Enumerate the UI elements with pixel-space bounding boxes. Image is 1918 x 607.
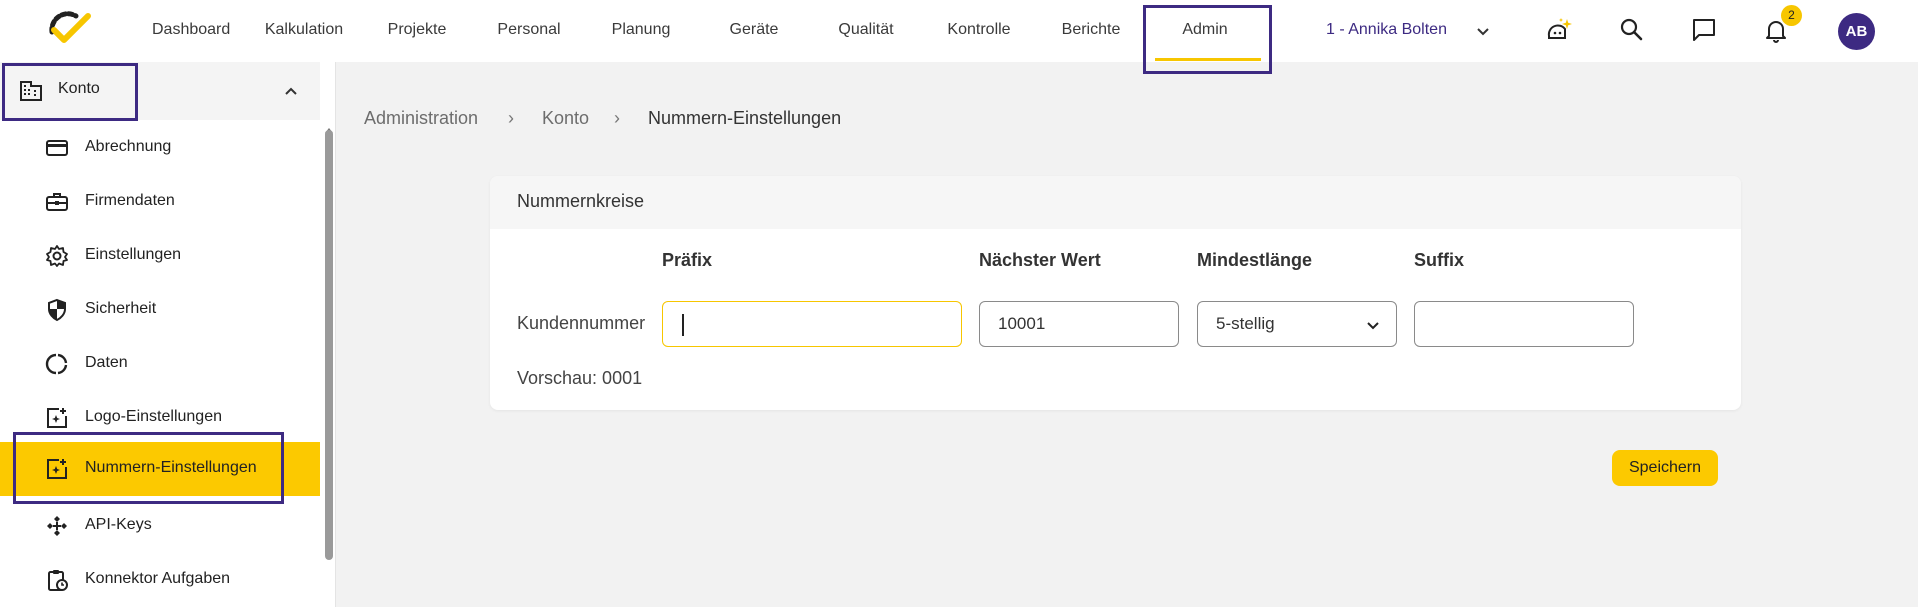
ai-assistant-icon[interactable] bbox=[1545, 16, 1573, 44]
sidebar-item-konnektor-aufgaben[interactable]: Konnektor Aufgaben bbox=[0, 553, 320, 607]
nav-personal[interactable]: Personal bbox=[494, 0, 564, 62]
chevron-down-icon bbox=[1367, 322, 1379, 330]
api-icon bbox=[47, 516, 67, 536]
top-navigation-bar: Dashboard Kalkulation Projekte Personal … bbox=[0, 0, 1918, 74]
save-button[interactable]: Speichern bbox=[1612, 450, 1718, 486]
sidebar-item-abrechnung[interactable]: Abrechnung bbox=[0, 121, 320, 175]
notification-badge: 2 bbox=[1781, 5, 1802, 26]
search-icon[interactable] bbox=[1618, 16, 1646, 44]
chat-icon[interactable] bbox=[1690, 16, 1718, 44]
sidebar-item-daten[interactable]: Daten bbox=[0, 337, 320, 391]
highlight-box-konto bbox=[2, 63, 138, 121]
min-length-select[interactable]: 5-stellig bbox=[1197, 301, 1397, 347]
chevron-down-icon[interactable] bbox=[1474, 22, 1492, 40]
min-length-value: 5-stellig bbox=[1216, 314, 1275, 333]
nav-kalkulation[interactable]: Kalkulation bbox=[262, 0, 346, 62]
sidebar-item-label: Einstellungen bbox=[85, 246, 182, 263]
nav-qualitaet[interactable]: Qualität bbox=[836, 0, 896, 62]
highlight-box-nummern bbox=[13, 432, 284, 504]
image-add-icon bbox=[47, 408, 67, 428]
nav-geraete[interactable]: Geräte bbox=[728, 0, 780, 62]
highlight-box-admin bbox=[1143, 5, 1272, 74]
sidebar: Konto Abrechnung Firmendaten Einstellung… bbox=[0, 62, 336, 607]
next-value-input[interactable]: 10001 bbox=[979, 301, 1179, 347]
sidebar-item-sicherheit[interactable]: Sicherheit bbox=[0, 283, 320, 337]
column-header-suffix: Suffix bbox=[1414, 250, 1465, 270]
app-logo[interactable] bbox=[42, 6, 94, 50]
breadcrumb-current: Nummern-Einstellungen bbox=[648, 108, 842, 128]
sidebar-item-api-keys[interactable]: API-Keys bbox=[0, 499, 320, 553]
nav-projekte[interactable]: Projekte bbox=[384, 0, 450, 62]
current-user-name[interactable]: 1 - Annika Bolten bbox=[1326, 0, 1447, 62]
prefix-input[interactable] bbox=[662, 301, 962, 347]
breadcrumb-separator: › bbox=[614, 108, 620, 128]
card-header: Nummernkreise bbox=[490, 176, 1741, 229]
number-ranges-card: Nummernkreise Präfix Nächster Wert Minde… bbox=[490, 176, 1741, 410]
sidebar-item-label: Logo-Einstellungen bbox=[85, 408, 222, 425]
next-value-text: 10001 bbox=[998, 314, 1046, 333]
column-header-prefix: Präfix bbox=[662, 250, 713, 270]
breadcrumb-administration[interactable]: Administration bbox=[364, 108, 478, 129]
column-header-min-length: Mindestlänge bbox=[1197, 250, 1313, 270]
gear-icon bbox=[46, 245, 68, 267]
suffix-input[interactable] bbox=[1414, 301, 1634, 347]
nav-dashboard[interactable]: Dashboard bbox=[152, 0, 230, 62]
sidebar-item-label: Abrechnung bbox=[85, 138, 172, 155]
breadcrumb-separator: › bbox=[508, 108, 514, 128]
chevron-up-icon[interactable] bbox=[282, 82, 300, 100]
sidebar-item-label: API-Keys bbox=[85, 516, 152, 533]
column-header-next-value: Nächster Wert bbox=[979, 250, 1101, 270]
sidebar-item-label: Konnektor Aufgaben bbox=[85, 570, 231, 587]
card-title: Nummernkreise bbox=[517, 191, 645, 211]
avatar[interactable]: AB bbox=[1838, 13, 1875, 50]
number-preview: Vorschau: 0001 bbox=[517, 368, 643, 388]
credit-card-icon bbox=[46, 140, 68, 156]
shield-icon bbox=[48, 298, 66, 322]
sidebar-item-label: Firmendaten bbox=[85, 192, 175, 209]
briefcase-icon bbox=[46, 193, 68, 211]
sidebar-item-label: Daten bbox=[85, 354, 128, 371]
nav-kontrolle[interactable]: Kontrolle bbox=[944, 0, 1014, 62]
sidebar-item-firmendaten[interactable]: Firmendaten bbox=[0, 175, 320, 229]
sidebar-item-label: Sicherheit bbox=[85, 300, 157, 317]
text-caret bbox=[682, 314, 684, 336]
clipboard-icon bbox=[48, 570, 68, 591]
data-ring-icon bbox=[45, 353, 68, 375]
row-label-kundennummer: Kundennummer bbox=[517, 313, 646, 333]
sidebar-item-einstellungen[interactable]: Einstellungen bbox=[0, 229, 320, 283]
sidebar-scrollbar[interactable] bbox=[325, 130, 333, 560]
nav-berichte[interactable]: Berichte bbox=[1058, 0, 1124, 62]
breadcrumb-konto[interactable]: Konto bbox=[542, 108, 589, 129]
nav-planung[interactable]: Planung bbox=[608, 0, 674, 62]
